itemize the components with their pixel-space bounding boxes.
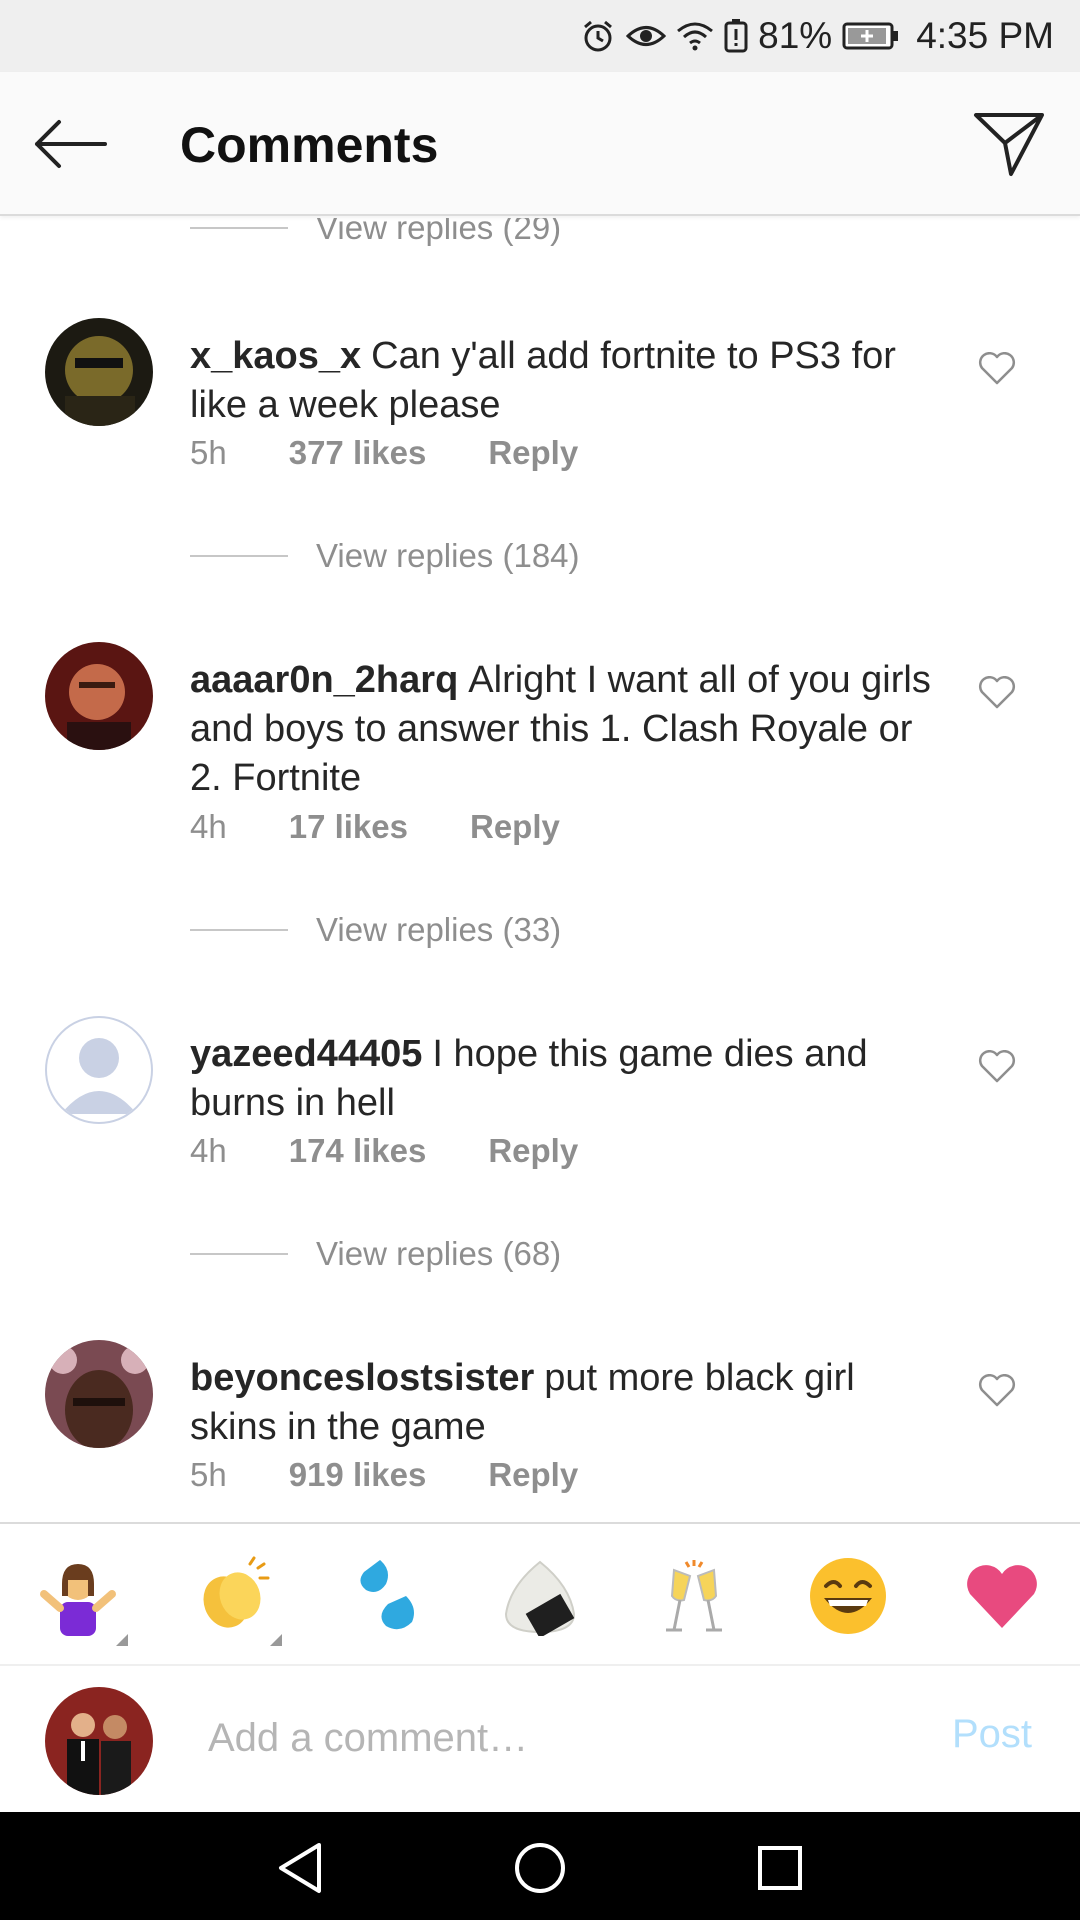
comment-time: 4h <box>190 1132 227 1169</box>
clinking-glasses-emoji[interactable] <box>652 1554 736 1638</box>
likes-count-button[interactable]: 174 likes <box>289 1132 427 1170</box>
variant-indicator <box>270 1634 282 1646</box>
comments-list[interactable]: View replies (29) x_kaos_x Can y'all add … <box>0 218 1080 1522</box>
like-comment-button[interactable] <box>972 1044 1022 1090</box>
clock: 4:35 PM <box>916 15 1054 56</box>
like-comment-button[interactable] <box>972 670 1022 716</box>
comment-meta: 4h 174 likes Reply <box>190 1132 578 1170</box>
variant-indicator <box>116 1634 128 1646</box>
view-replies-button[interactable]: View replies (68) <box>190 1230 561 1278</box>
battery-icon <box>842 21 900 51</box>
comment-time: 4h <box>190 808 227 845</box>
back-button[interactable] <box>30 108 110 180</box>
comment-meta: 5h 919 likes Reply <box>190 1456 578 1494</box>
heart-outline-icon <box>979 1374 1015 1407</box>
arrow-left-icon <box>35 120 107 168</box>
direct-message-button[interactable] <box>966 102 1052 186</box>
view-replies-button[interactable]: View replies (29) <box>190 218 561 252</box>
view-replies-button[interactable]: View replies (184) <box>190 532 580 580</box>
eye-icon <box>626 21 667 51</box>
emoji-quick-bar <box>0 1522 1080 1666</box>
likes-count-button[interactable]: 17 likes <box>289 808 408 846</box>
reply-button[interactable]: Reply <box>488 434 578 472</box>
comment-text: beyonceslostsister put more black girl sk… <box>190 1354 940 1452</box>
current-user-avatar <box>45 1687 153 1795</box>
back-triangle-icon[interactable] <box>268 1836 332 1900</box>
likes-count-button[interactable]: 919 likes <box>289 1456 427 1494</box>
reply-button[interactable]: Reply <box>488 1132 578 1170</box>
sweat-droplets-emoji[interactable] <box>344 1554 428 1638</box>
paper-plane-icon <box>974 113 1044 176</box>
view-replies-label: View replies (68) <box>316 1235 562 1272</box>
view-replies-label: View replies (184) <box>316 537 580 574</box>
comment-composer: Post <box>0 1666 1080 1812</box>
comment-text: aaaar0n_2harq Alright I want all of you g… <box>190 656 940 803</box>
post-button[interactable]: Post <box>952 1712 1032 1757</box>
reply-button[interactable]: Reply <box>470 808 560 846</box>
red-heart-emoji[interactable] <box>960 1554 1044 1638</box>
system-nav-bar <box>0 1812 1080 1920</box>
alarm-icon <box>580 18 616 54</box>
grinning-face-emoji[interactable] <box>806 1554 890 1638</box>
avatar[interactable] <box>45 642 153 750</box>
battery-percent: 81% <box>758 15 833 56</box>
battery-alert-icon <box>724 19 748 53</box>
comment-username[interactable]: yazeed44405 <box>190 1033 422 1075</box>
comment-time: 5h <box>190 434 227 471</box>
comment-time: 5h <box>190 1456 227 1493</box>
divider <box>190 929 288 931</box>
view-replies-button[interactable]: View replies (33) <box>190 906 561 954</box>
heart-outline-icon <box>979 352 1015 385</box>
likes-count-button[interactable]: 377 likes <box>289 434 427 472</box>
comment-meta: 4h 17 likes Reply <box>190 808 560 846</box>
comment-text: x_kaos_x Can y'all add fortnite to PS3 fo… <box>190 332 940 430</box>
heart-outline-icon <box>979 1050 1015 1083</box>
avatar[interactable] <box>45 318 153 426</box>
avatar[interactable] <box>45 1340 153 1448</box>
comment-username[interactable]: beyonceslostsister <box>190 1357 534 1399</box>
comment-text: yazeed44405 I hope this game dies and bur… <box>190 1030 940 1128</box>
divider <box>190 227 288 229</box>
comment-meta: 5h 377 likes Reply <box>190 434 578 472</box>
comment-username[interactable]: x_kaos_x <box>190 335 361 377</box>
rice-ball-emoji[interactable] <box>498 1554 582 1638</box>
recents-square-icon[interactable] <box>748 1836 812 1900</box>
view-replies-label: View replies (29) <box>316 218 562 246</box>
comment-username[interactable]: aaaar0n_2harq <box>190 659 458 701</box>
clapping-hands-emoji[interactable] <box>190 1554 282 1646</box>
person-shrugging-emoji[interactable] <box>36 1554 128 1646</box>
header: Comments <box>0 72 1080 216</box>
status-bar: 81% 4:35 PM <box>0 0 1080 72</box>
page-title: Comments <box>180 117 439 173</box>
divider <box>190 555 288 557</box>
like-comment-button[interactable] <box>972 1368 1022 1414</box>
like-comment-button[interactable] <box>972 346 1022 392</box>
avatar[interactable] <box>45 1016 153 1124</box>
wifi-icon <box>676 21 714 51</box>
reply-button[interactable]: Reply <box>488 1456 578 1494</box>
home-circle-icon[interactable] <box>508 1836 572 1900</box>
comment-input[interactable] <box>208 1708 908 1768</box>
view-replies-label: View replies (33) <box>316 911 562 948</box>
divider <box>190 1253 288 1255</box>
heart-outline-icon <box>979 676 1015 709</box>
